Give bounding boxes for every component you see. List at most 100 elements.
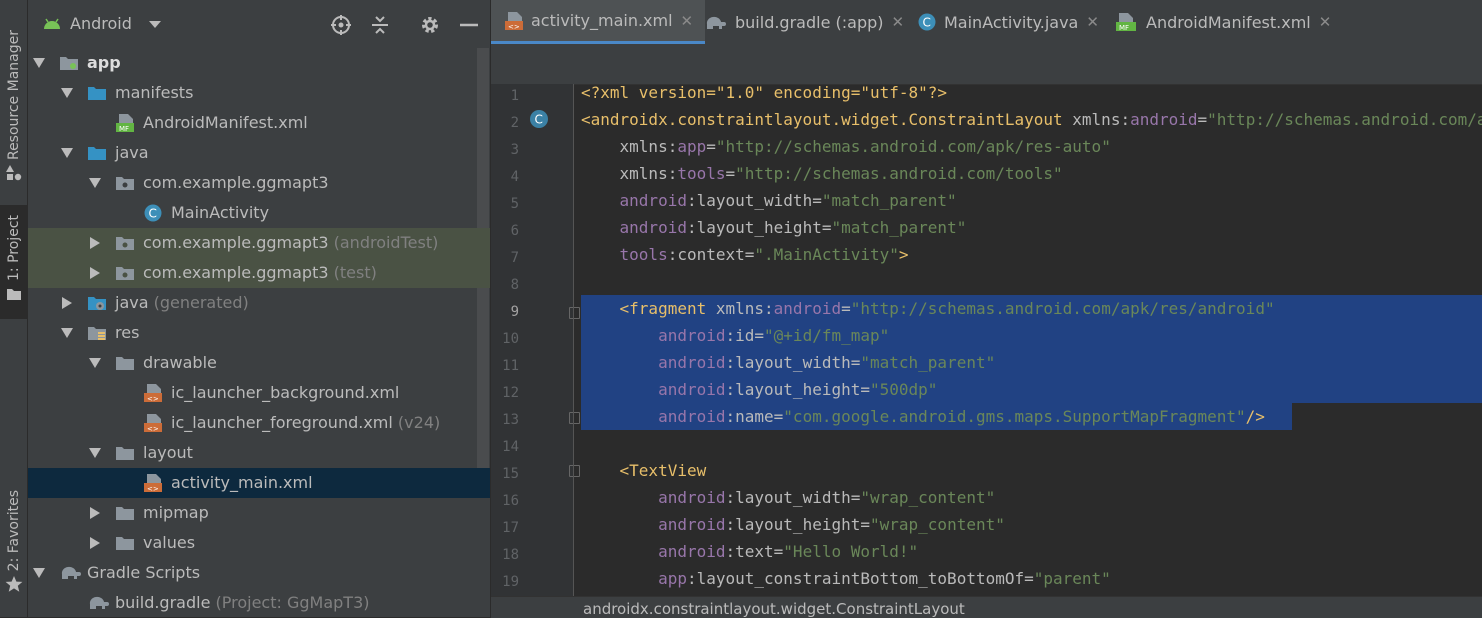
view-selector-label: Android [70, 14, 132, 33]
code-token: "match_parent" [860, 353, 996, 372]
tab-label: activity_main.xml [531, 11, 673, 30]
tree-item-label: com.example.ggmapt3 [143, 173, 329, 192]
tab-mainactivity-java[interactable]: C MainActivity.java ✕ [918, 0, 1099, 44]
gradle-elephant-icon [89, 596, 109, 609]
xml-file-icon: <> [505, 11, 523, 30]
expanded-arrow-icon [33, 58, 45, 68]
tree-item-activity-main[interactable]: <> activity_main.xml [28, 468, 490, 498]
code-line: android:layout_width="match_parent" [581, 187, 957, 214]
line-number: 17 [502, 520, 519, 536]
breadcrumb[interactable]: androidx.constraintlayout.widget.Constra… [583, 600, 965, 618]
code-token: android [581, 407, 726, 426]
tab-activity-main[interactable]: <> activity_main.xml ✕ [491, 0, 706, 44]
tree-item-label: manifests [115, 83, 194, 102]
collapsed-arrow-icon [90, 267, 100, 279]
gear-icon[interactable] [419, 14, 441, 36]
tree-item-java[interactable]: java [28, 138, 490, 168]
code-token: xmlns: [581, 164, 678, 183]
expanded-arrow-icon [61, 328, 73, 338]
tree-item-label: AndroidManifest.xml [143, 113, 308, 132]
tree-item-drawable[interactable]: drawable [28, 348, 490, 378]
view-selector[interactable]: Android [42, 14, 162, 33]
folder-icon [6, 288, 21, 300]
expanded-arrow-icon [61, 148, 73, 158]
expanded-arrow-icon [89, 448, 101, 458]
code-token: <TextView [581, 461, 707, 480]
tab-label: build.gradle (:app) [735, 12, 884, 32]
code-token: :layout_width= [725, 488, 861, 507]
tree-item-res[interactable]: res [28, 318, 490, 348]
line-number: 14 [502, 439, 519, 455]
folder-icon [88, 147, 106, 160]
fold-marker-icon[interactable] [569, 465, 580, 477]
code-area[interactable]: <?xml version="1.0" encoding="utf-8"?> <a… [581, 84, 1482, 596]
code-token: = [706, 137, 716, 156]
tab-build-gradle-app[interactable]: build.gradle (:app) ✕ [705, 0, 904, 44]
code-token: = [841, 299, 851, 318]
fold-marker-icon[interactable] [569, 307, 580, 319]
line-number: 15 [502, 466, 519, 482]
tree-item-values[interactable]: values [28, 528, 490, 558]
class-icon: C [918, 13, 936, 31]
tree-item-label: app [87, 53, 121, 72]
favorites-tab[interactable]: 2: Favorites [0, 490, 27, 593]
editor-subtoolbar [491, 46, 1482, 85]
tree-item-build-gradle-project[interactable]: build.gradle (Project: GgMapT3) [28, 588, 490, 618]
code-token: "http://schemas.android.com/apk/res/andr… [1207, 110, 1482, 129]
line-number: 19 [502, 574, 519, 590]
close-icon[interactable]: ✕ [681, 12, 694, 30]
code-line: <fragment xmlns:android="http://schemas.… [581, 295, 1275, 322]
hide-icon[interactable] [458, 14, 480, 36]
fold-marker-icon[interactable] [569, 412, 580, 424]
tree-item-mipmap[interactable]: mipmap [28, 498, 490, 528]
folder-icon [116, 447, 134, 460]
tree-item-label: ic_launcher_background.xml [171, 383, 400, 402]
tree-item-label: build.gradle [115, 593, 211, 612]
folder-icon [116, 507, 134, 520]
tree-item-mainactivity[interactable]: C MainActivity [28, 198, 490, 228]
close-icon[interactable]: ✕ [1319, 13, 1332, 31]
line-number: 18 [502, 547, 519, 563]
tree-item-label: layout [143, 443, 193, 462]
code-token: = [725, 164, 736, 183]
close-icon[interactable]: ✕ [892, 13, 905, 31]
resource-manager-tab[interactable]: Resource Manager [0, 30, 27, 182]
chevron-down-icon [148, 20, 161, 28]
tree-item-package[interactable]: com.example.ggmapt3 [28, 168, 490, 198]
code-line: tools:context=".MainActivity"> [581, 241, 909, 268]
tree-item-package-androidtest[interactable]: com.example.ggmapt3 (androidTest) [28, 228, 490, 258]
folder-icon [116, 357, 134, 370]
locate-icon[interactable] [330, 14, 352, 36]
tree-item-package-test[interactable]: com.example.ggmapt3 (test) [28, 258, 490, 288]
code-token: xmlns: [715, 299, 774, 318]
code-token: app [581, 569, 687, 588]
code-token: :name= [725, 407, 784, 426]
tree-item-ic-launcher-background[interactable]: <> ic_launcher_background.xml [28, 378, 490, 408]
code-token: <androidx.constraintlayout.widget.Constr… [581, 110, 1073, 129]
code-token: android [581, 515, 726, 534]
tree-item-gradle-scripts[interactable]: Gradle Scripts [28, 558, 490, 588]
tree-item-app[interactable]: app [28, 48, 490, 78]
svg-text:<>: <> [147, 395, 159, 402]
tree-item-manifests[interactable]: manifests [28, 78, 490, 108]
tree-item-java-generated[interactable]: java (generated) [28, 288, 490, 318]
svg-text:MF: MF [119, 125, 129, 132]
resource-manager-label: Resource Manager [5, 30, 22, 161]
xml-file-icon: <> [144, 474, 162, 492]
code-token: /> [1245, 407, 1265, 426]
collapse-all-icon[interactable] [369, 14, 391, 36]
module-folder-icon [60, 57, 78, 70]
close-icon[interactable]: ✕ [1086, 13, 1099, 31]
tab-androidmanifest[interactable]: MF AndroidManifest.xml ✕ [1116, 0, 1331, 44]
code-token: :layout_height= [686, 218, 832, 237]
project-tab[interactable]: 1: Project [0, 205, 27, 319]
tree-item-ic-launcher-foreground[interactable]: <> ic_launcher_foreground.xml (v24) [28, 408, 490, 438]
code-token: > [898, 245, 909, 264]
tree-item-androidmanifest[interactable]: MF AndroidManifest.xml [28, 108, 490, 138]
tree-item-layout[interactable]: layout [28, 438, 490, 468]
expanded-arrow-icon [89, 358, 101, 368]
generated-folder-icon [88, 297, 106, 310]
manifest-file-icon: MF [116, 114, 134, 132]
code-line: android:layout_width="wrap_content" [581, 484, 995, 511]
svg-text:MF: MF [1119, 24, 1129, 31]
